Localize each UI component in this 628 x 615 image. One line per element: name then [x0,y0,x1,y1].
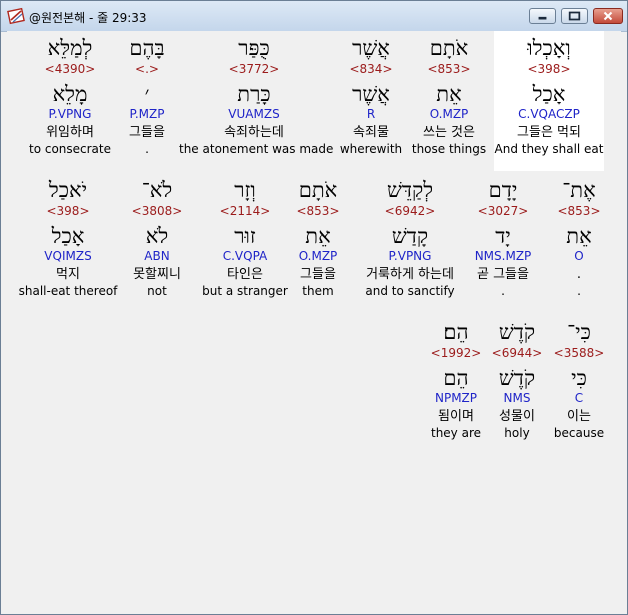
english-gloss: not [147,284,167,298]
korean-gloss: 먹지 [56,267,80,282]
strong-number[interactable]: <834> [316,62,426,77]
word-cell[interactable]: לְקַדֵּשׁ <6942> קָדַשׁ P.VPNG 거룩하게 하는데 … [345,173,475,299]
minimize-icon [538,16,547,20]
maximize-button[interactable] [561,8,588,24]
korean-gloss: 그들은 먹되 [517,125,581,140]
korean-gloss: 위임하며 [46,125,94,140]
word-cell[interactable]: הֵם׃ <1992> הֵם NPMZP 됨이며 they are [416,315,496,441]
word-cell[interactable]: וְאָכְלוּ <398> אָכַל C.VQACZP 그들은 먹되 An… [494,31,604,171]
english-gloss: but a stranger [202,284,288,298]
bible-app-icon [7,7,25,25]
title-bar[interactable]: @원전본해 - 줄 29:33 [1,1,627,32]
morphology-code: C.VQPA [222,249,268,263]
english-gloss: they are [430,426,481,440]
hebrew-word: אֲשֶׁר [352,36,390,60]
strong-number[interactable]: <4390> [15,62,125,77]
word-cell[interactable]: יֹאכַל <398> אָכַל VQIMZS 먹지 shall-eat t… [13,173,123,299]
lemma: הֵם [443,366,469,390]
korean-gloss: 됨이며 [438,409,474,424]
app-window: @원전본해 - 줄 29:33 וְאָכְלוּ <398> אָכַל C.… [0,0,628,615]
hebrew-word: יֹאכַל [48,178,88,202]
minimize-button[interactable] [529,8,556,24]
lemma: קָדַשׁ [391,224,429,248]
morphology-code: P.VPNG [388,249,432,263]
lemma: לֹא [145,224,169,248]
lemma: אָכַל [532,82,566,106]
hebrew-word: וְזָר [234,178,256,202]
morphology-code: P.VPNG [48,107,92,121]
english-gloss: shall-eat thereof [18,284,118,298]
english-gloss: to consecrate [28,142,111,156]
window-title: @원전본해 - 줄 29:33 [29,11,147,25]
strong-number[interactable]: <1992> [416,346,496,361]
strong-number[interactable]: <6942> [345,204,475,219]
korean-gloss: 못할찌니 [133,267,181,282]
korean-gloss: 타인은 [227,267,263,282]
korean-gloss: 속죄물 [353,125,389,140]
strong-number[interactable]: <398> [494,62,604,77]
korean-gloss: 거룩하게 하는데 [366,267,454,282]
word-cell[interactable]: אֲשֶׁר <834> אֲשֶׁר R 속죄물 wherewith [316,31,426,157]
word-cell[interactable]: לֹא־ <3808> לֹא ABN 못할찌니 not [119,173,195,299]
close-icon [603,11,613,21]
hebrew-word: הֵם׃ [443,320,469,344]
morphology-code: C.VQACZP [518,107,580,121]
english-gloss: And they shall eat [494,142,604,156]
strong-number[interactable]: <2114> [195,204,295,219]
hebrew-word: וְאָכְלוּ [527,36,571,60]
hebrew-word: לְמַלֵּא [47,36,93,60]
lemma: זוּר [234,224,256,248]
hebrew-word: לְקַדֵּשׁ [386,178,434,202]
maximize-icon [568,11,581,21]
morphology-code: VQIMZS [44,249,92,263]
morphology-code: ABN [144,249,170,263]
lemma: אָכַל [51,224,85,248]
word-cell[interactable]: לְמַלֵּא <4390> מָלֵא P.VPNG 위임하며 to con… [15,31,125,157]
close-button[interactable] [593,8,623,24]
strong-number[interactable]: <3808> [119,204,195,219]
lemma: מָלֵא [52,82,88,106]
lemma: אֲשֶׁר [352,82,390,106]
hebrew-word: לֹא־ [141,178,173,202]
strong-number[interactable]: <398> [13,204,123,219]
morphology-code: NPMZP [434,391,478,405]
morphology-code: R [366,107,376,121]
word-cell[interactable]: וְזָר <2114> זוּר C.VQPA 타인은 but a stran… [195,173,295,299]
interlinear-view: וְאָכְלוּ <398> אָכַל C.VQACZP 그들은 먹되 An… [7,31,621,609]
english-gloss: and to sanctify [365,284,455,298]
